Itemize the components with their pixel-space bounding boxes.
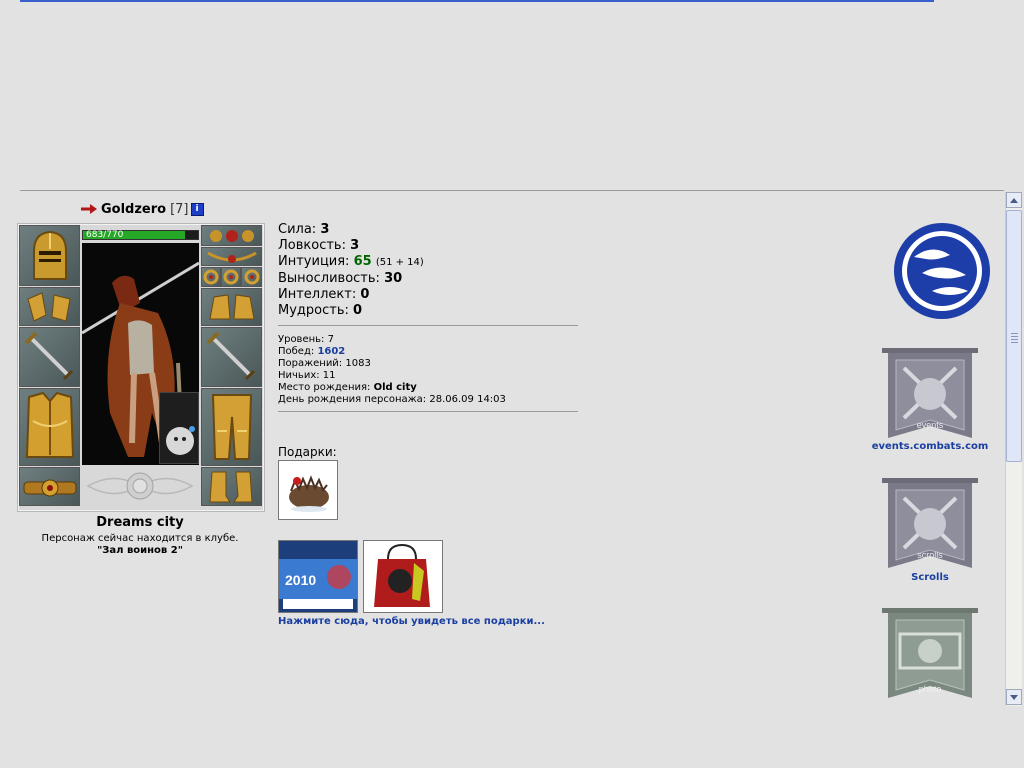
stat-strength: Сила: 3 [278,222,330,237]
sword-icon [24,331,73,381]
club-emblem-icon [86,472,194,500]
weapon-left-slot[interactable] [19,327,80,387]
gift-item[interactable] [363,540,443,613]
boots-icon [208,471,253,502]
info-level: Уровень: 7 [278,334,334,345]
banner-inner-text: events [917,420,944,430]
belt-slot[interactable] [19,467,80,506]
scroll-up-button[interactable] [1006,192,1022,208]
stats-divider [278,325,578,326]
gift-item[interactable]: 2010 [278,540,358,613]
info-divider [278,411,578,412]
chevron-down-icon [1010,694,1018,700]
ring-slot-3[interactable] [241,267,262,287]
helmet-icon [32,230,67,280]
pet-icon [166,426,195,455]
arrow-right-icon[interactable] [80,203,98,215]
earrings-slot[interactable] [201,225,262,246]
info-icon[interactable]: i [190,202,204,216]
events-banner-icon[interactable]: events [880,348,980,442]
amulet-icon [206,251,257,263]
stat-endurance: Выносливость: 30 [278,271,403,286]
ring-slot-1[interactable] [201,267,221,287]
hedgehog-gift-icon [279,461,337,519]
gloves-icon [208,294,255,320]
club-logo-icon[interactable] [892,221,992,321]
info-wins: Побед: 1602 [278,346,346,357]
stat-intuition: Интуиция: 65 (51 + 14) [278,254,424,269]
info-birthplace: Место рождения: Old city [278,382,417,393]
scrolls-banner-icon[interactable]: scrolls [880,478,980,572]
ring-icon [223,269,239,285]
amulet-slot[interactable] [201,247,262,266]
location-room: "Зал воинов 2" [97,545,183,556]
character-header: Goldzero [7] i [80,200,204,218]
sword-icon [206,331,255,381]
stat-intellect: Интеллект: 0 [278,287,370,302]
character-name[interactable]: Goldzero [101,202,166,217]
earrings-icon [209,229,254,242]
stats-block: Сила: 3 Ловкость: 3 Интуиция: 65 (51 + 1… [278,222,424,319]
all-gifts-link[interactable]: Нажмите сюда, чтобы увидеть все подарки.… [278,616,545,627]
helmet-slot[interactable] [19,225,80,286]
vertical-scrollbar[interactable] [1005,192,1022,706]
banner-inner-text: scrolls [917,550,943,560]
bracers-slot[interactable] [19,287,80,326]
weapon-right-slot[interactable] [201,327,262,387]
character-level: [7] [170,201,189,217]
gloves-slot[interactable] [201,288,262,326]
belt-icon [23,479,76,496]
photo-banner-icon[interactable]: photo [880,608,980,702]
armor-icon [25,391,74,458]
top-divider [20,0,934,2]
leggings-icon [211,394,252,460]
info-birthday: День рождения персонажа: 28.06.09 14:03 [278,394,506,405]
ring-icon [244,269,259,285]
pet-portrait[interactable] [159,392,199,464]
info-block: Уровень: 7 Побед: 1602 Поражений: 1083 Н… [278,334,506,406]
stat-agility: Ловкость: 3 [278,238,360,253]
scroll-thumb[interactable] [1006,210,1022,462]
armor-slot[interactable] [19,388,80,466]
ring-icon [203,269,219,285]
gifts-label: Подарки: [278,445,337,459]
bracers-icon [26,291,71,322]
stat-wisdom: Мудрость: 0 [278,303,363,318]
calendar-gift-icon: 2010 [279,541,357,612]
legs-slot[interactable] [201,388,262,466]
banner-inner-text: photo [919,684,942,694]
ring-slot-2[interactable] [221,267,241,287]
info-losses: Поражений: 1083 [278,358,371,369]
info-draws: Ничьих: 11 [278,370,336,381]
gift-bag-icon [364,541,442,612]
gift-year-text: 2010 [285,572,316,588]
location-status: Персонаж сейчас находится в клубе. [41,533,239,544]
events-link[interactable]: events.combats.com [860,441,1000,452]
hp-bar: 683/770 [82,230,199,240]
frame-divider [20,190,1004,191]
scroll-down-button[interactable] [1006,689,1022,705]
gift-item[interactable] [278,460,338,520]
boots-slot[interactable] [201,467,262,506]
scrolls-link[interactable]: Scrolls [860,572,1000,583]
chevron-up-icon [1010,197,1018,203]
hp-text: 683/770 [86,230,124,240]
city-name: Dreams city [96,515,184,530]
